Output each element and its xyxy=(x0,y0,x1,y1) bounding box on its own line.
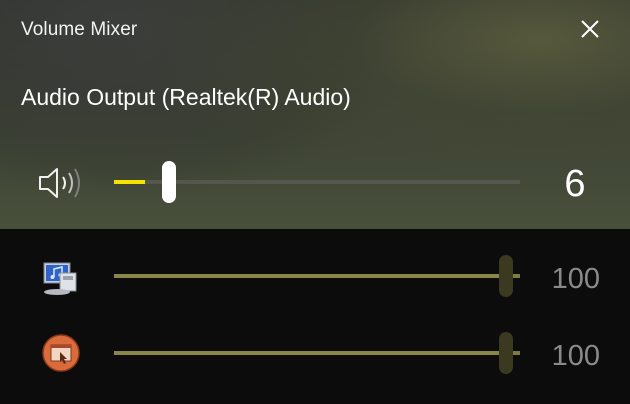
speaker-icon xyxy=(39,168,80,198)
volume-mixer-window: Volume Mixer Audio Output (Realtek(R) Au… xyxy=(0,0,630,404)
device-name: Audio Output (Realtek(R) Audio) xyxy=(21,84,351,110)
slider-thumb[interactable] xyxy=(499,255,513,297)
slider-thumb[interactable] xyxy=(161,161,176,203)
slider-fill xyxy=(114,180,145,184)
close-button[interactable] xyxy=(574,13,606,45)
app-volume-slider[interactable] xyxy=(114,332,520,374)
window-title: Volume Mixer xyxy=(21,19,138,40)
slider-fill xyxy=(114,351,513,355)
slider-thumb[interactable] xyxy=(499,332,513,374)
device-volume-value: 6 xyxy=(564,163,586,205)
app-volume-value: 100 xyxy=(551,263,600,295)
app-window-icon[interactable] xyxy=(40,332,84,376)
slider-fill xyxy=(114,274,513,278)
device-mute-button[interactable] xyxy=(36,165,86,201)
app-volume-slider[interactable] xyxy=(114,255,520,297)
device-volume-slider[interactable] xyxy=(114,161,520,203)
system-sounds-icon[interactable] xyxy=(38,255,82,299)
apps-panel xyxy=(0,229,630,404)
app-volume-value: 100 xyxy=(551,340,600,372)
close-icon xyxy=(581,20,599,38)
